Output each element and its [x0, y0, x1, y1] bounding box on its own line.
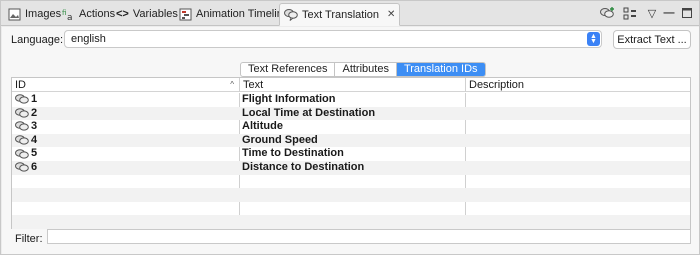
cell-text: Time to Destination: [242, 147, 344, 160]
tab-label: Images: [25, 8, 62, 20]
cell-text: Ground Speed: [242, 133, 318, 146]
speech-bubbles-icon: [284, 9, 298, 21]
cell-description: [468, 120, 690, 134]
cell-id: 2: [15, 107, 239, 121]
table-row: [12, 202, 690, 216]
tab-label: Animation Timeline: [196, 8, 289, 20]
cell-id: 6: [15, 161, 239, 175]
speech-bubbles-icon: [15, 94, 29, 104]
cell-description: [468, 93, 690, 107]
table-row: [12, 188, 690, 202]
tab-images[interactable]: Images: [4, 3, 65, 25]
tab-animation-timeline[interactable]: Animation Timeline: [175, 3, 293, 25]
cell-description: [468, 107, 690, 121]
svg-text:a: a: [67, 13, 73, 21]
layout-icon: [623, 7, 636, 19]
table-row[interactable]: 3 Altitude: [12, 120, 690, 134]
text-translation-panel: Language: english ▲ ▼ Extract Text ... Te…: [2, 27, 699, 254]
tab-label: Actions: [79, 8, 116, 20]
cell-id: 3: [15, 120, 239, 134]
cell-id: 1: [15, 93, 239, 107]
cell-description: [468, 147, 690, 161]
timeline-icon: [179, 8, 192, 20]
table-row: [12, 175, 690, 189]
filter-label: Filter:: [15, 233, 43, 245]
table-header: ID ^ Text Description: [12, 78, 690, 92]
column-header-description[interactable]: Description: [465, 78, 690, 92]
cell-id: 4: [15, 134, 239, 148]
editor-tab-bar: Images fi a Actions <> Variables Animatio…: [1, 1, 699, 26]
table-row[interactable]: 4 Ground Speed: [12, 133, 690, 148]
text-translation-view: Images fi a Actions <> Variables Animatio…: [0, 0, 700, 255]
images-icon: [8, 8, 21, 20]
language-select[interactable]: english ▲ ▼: [64, 30, 602, 48]
tab-text-references[interactable]: Text References: [241, 63, 336, 76]
column-header-id[interactable]: ID ^: [12, 78, 239, 92]
table-view-tabs: Text References Attributes Translation I…: [240, 62, 486, 77]
translation-ids-table: ID ^ Text Description 1 Flight Informatio…: [11, 77, 691, 229]
table-row: [12, 215, 690, 229]
tab-attributes[interactable]: Attributes: [335, 63, 397, 76]
speech-bubbles-icon: [15, 135, 29, 145]
cell-id: 5: [15, 147, 239, 161]
tab-text-translation[interactable]: Text Translation ✕: [279, 3, 401, 26]
close-icon[interactable]: ✕: [387, 9, 395, 20]
tab-translation-ids[interactable]: Translation IDs: [396, 63, 485, 76]
layout-toggle-button[interactable]: [621, 5, 639, 21]
cell-text: Altitude: [242, 120, 283, 133]
view-menu-button[interactable]: ▽: [643, 5, 661, 21]
actions-icon: fi a: [62, 9, 73, 21]
chevron-updown-icon: ▲ ▼: [587, 32, 600, 46]
tab-actions[interactable]: fi a Actions: [58, 3, 119, 25]
cell-description: [468, 161, 690, 175]
variables-icon: <>: [116, 7, 129, 20]
sort-ascending-icon: ^: [230, 80, 234, 89]
column-header-text[interactable]: Text: [239, 78, 465, 92]
maximize-button[interactable]: [678, 5, 696, 21]
table-body: 1 Flight Information 2 Local Time at Destin…: [12, 93, 690, 229]
speech-bubbles-icon: [15, 148, 29, 159]
cell-text: Distance to Destination: [242, 160, 365, 173]
cell-description: [468, 134, 690, 148]
svg-text:fi: fi: [62, 9, 66, 17]
chevron-down-icon: ▽: [647, 7, 657, 20]
maximize-icon: [682, 8, 692, 18]
cell-text: Local Time at Destination: [242, 106, 376, 119]
table-row[interactable]: 5 Time to Destination: [12, 147, 690, 161]
cell-text: Flight Information: [242, 93, 336, 105]
tab-label: Variables: [132, 8, 178, 20]
minimize-button[interactable]: —: [660, 5, 678, 21]
table-row[interactable]: 6 Distance to Destination: [12, 160, 690, 175]
tab-label: Text Translation: [302, 8, 380, 21]
extract-text-toolbar-button[interactable]: [598, 5, 616, 21]
extract-text-button[interactable]: Extract Text ...: [613, 30, 691, 49]
speech-bubbles-add-icon: [599, 6, 614, 18]
tab-variables[interactable]: <> Variables: [112, 3, 182, 25]
speech-bubbles-icon: [15, 162, 29, 172]
speech-bubbles-icon: [15, 121, 29, 132]
language-label: Language:: [11, 34, 63, 46]
minimize-icon: —: [663, 7, 675, 19]
table-row[interactable]: 1 Flight Information: [12, 93, 690, 107]
table-row[interactable]: 2 Local Time at Destination: [12, 106, 690, 121]
filter-input[interactable]: [47, 229, 691, 244]
speech-bubbles-icon: [15, 108, 29, 118]
language-value: english: [71, 33, 106, 45]
